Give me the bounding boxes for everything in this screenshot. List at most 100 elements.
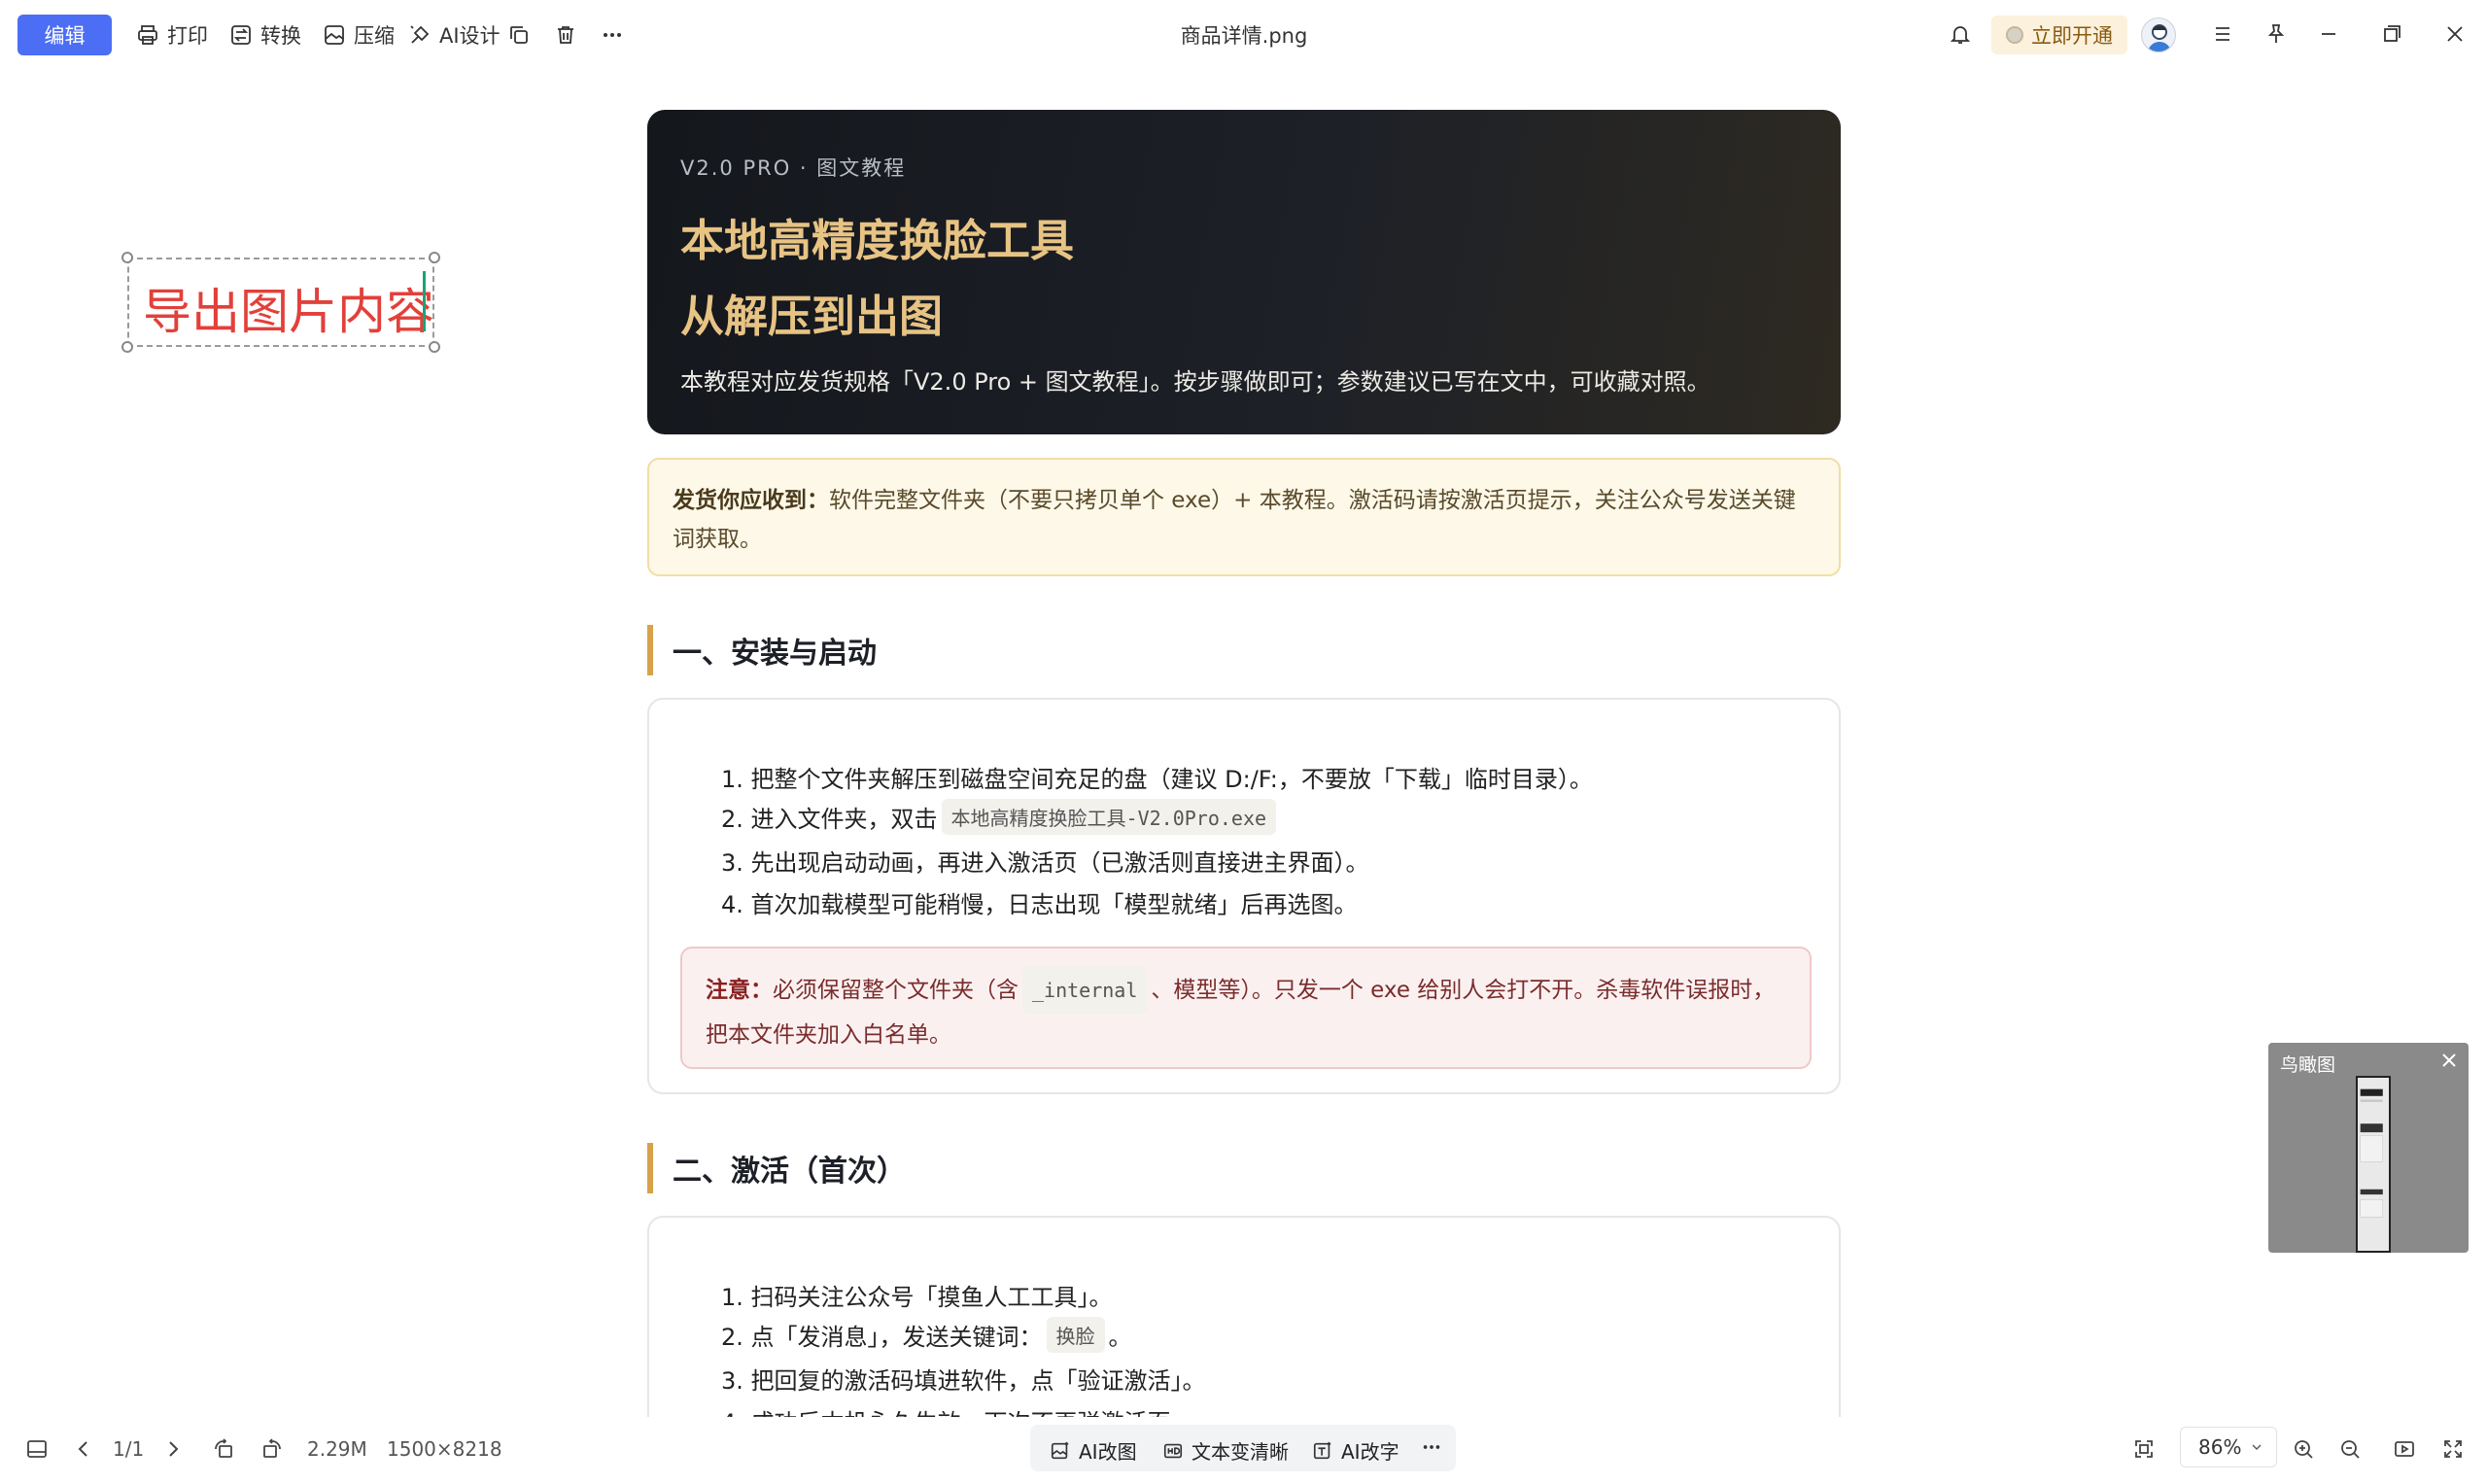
text-cursor (423, 271, 426, 331)
page-indicator: 1/1 (113, 1437, 145, 1461)
notification-button[interactable] (1946, 19, 1975, 49)
image-viewer-window: 编辑 打印 转换 压缩 AI设计 商品详情.png 立即开通 导出图片内容 V2… (0, 0, 2487, 1484)
ai-edit-image-label: AI改图 (1079, 1440, 1137, 1464)
panel-icon (27, 1440, 47, 1458)
activation-steps-card: 1. 扫码关注公众号「摸鱼人工工具」。 2. 点「发消息」，发送关键词： 换脸 … (647, 1216, 1841, 1417)
text-sharpen-button[interactable]: 文本变清晰 (1162, 1436, 1289, 1465)
install-step-3: 3. 先出现启动动画，再进入激活页（已激活则直接进主界面）。 (721, 849, 1369, 877)
fit-screen-icon (2135, 1440, 2153, 1458)
text-sharpen-label: 文本变清晰 (1192, 1440, 1289, 1464)
pin-button[interactable] (2262, 19, 2291, 49)
more-icon (1423, 1445, 1440, 1449)
hd-icon (1163, 1443, 1183, 1458)
fullscreen-button[interactable] (2441, 1434, 2465, 1464)
warning-box: 注意：必须保留整个文件夹（含 _internal 、模型等）。只发一个 exe 给别… (680, 947, 1812, 1069)
section-heading-install: 一、安装与启动 (647, 625, 877, 675)
ai-image-icon (1051, 1441, 1069, 1459)
print-button[interactable]: 打印 (136, 17, 208, 52)
activate-step-2-end: 。 (1108, 1324, 1132, 1351)
zoom-in-button[interactable] (2292, 1434, 2315, 1464)
minimap-close-icon[interactable] (2437, 1049, 2461, 1072)
hero-banner: V2.0 PRO · 图文教程 本地高精度换脸工具 从解压到出图 本教程对应发货… (647, 110, 1841, 434)
vip-label: 立即开通 (2031, 24, 2113, 48)
resize-handle-top-left[interactable] (121, 252, 133, 263)
vip-icon (2006, 26, 2023, 44)
activate-step-3: 3. 把回复的激活码填进软件，点「验证激活」。 (721, 1367, 1206, 1395)
zoom-value: 86% (2198, 1435, 2242, 1459)
zoom-out-icon (2341, 1440, 2360, 1459)
copy-button[interactable] (507, 17, 531, 52)
edit-button[interactable]: 编辑 (17, 15, 112, 55)
copy-icon (510, 26, 528, 44)
fullscreen-icon (2444, 1440, 2462, 1458)
rotate-right-button[interactable] (260, 1434, 284, 1464)
next-page-button[interactable] (161, 1434, 185, 1464)
install-step-4: 4. 首次加载模型可能稍慢，日志出现「模型就绪」后再选图。 (721, 891, 1358, 918)
image-document: V2.0 PRO · 图文教程 本地高精度换脸工具 从解压到出图 本教程对应发货… (647, 110, 1841, 1417)
rotate-right-icon (263, 1438, 281, 1458)
delete-button[interactable] (554, 17, 577, 52)
ai-design-button[interactable]: AI设计 (408, 17, 501, 52)
hero-title-line1: 本地高精度换脸工具 (680, 215, 1075, 266)
minimap-page-thumbnail (2360, 1088, 2383, 1218)
notice-label: 发货你应收到： (673, 488, 829, 513)
resize-handle-bottom-right[interactable] (429, 341, 440, 353)
hero-title-line2: 从解压到出图 (680, 291, 944, 342)
install-step-2-text: 2. 进入文件夹，双击 (721, 806, 938, 833)
ai-edit-text-label: AI改字 (1341, 1440, 1399, 1464)
file-title: 商品详情.png (1180, 24, 1308, 48)
prev-page-button[interactable] (72, 1434, 95, 1464)
rotate-left-button[interactable] (212, 1434, 235, 1464)
printer-icon (138, 25, 157, 45)
ai-edit-image-button[interactable]: AI改图 (1050, 1436, 1137, 1465)
file-size: 2.29M (307, 1437, 367, 1461)
print-label: 打印 (167, 24, 208, 48)
resize-handle-top-right[interactable] (429, 252, 440, 263)
zoom-in-icon (2295, 1440, 2313, 1459)
more-icon (604, 33, 621, 37)
zoom-select[interactable]: 86% (2180, 1427, 2277, 1467)
minimap-panel[interactable]: 鸟瞰图 (2268, 1043, 2469, 1253)
image-dimensions: 1500×8218 (387, 1437, 502, 1461)
text-annotation-content[interactable]: 导出图片内容 (143, 273, 434, 343)
bottom-statusbar: 1/1 2.29M 1500×8218 AI改图 文本变清晰 AI改字 86% (0, 1415, 2487, 1484)
convert-button[interactable]: 转换 (229, 17, 301, 52)
more-button[interactable] (601, 17, 624, 52)
trash-icon (558, 26, 573, 44)
ai-more-button[interactable] (1421, 1436, 1442, 1458)
compress-button[interactable]: 压缩 (323, 17, 395, 52)
maximize-button[interactable] (2377, 19, 2406, 49)
ai-tools-group: AI改图 文本变清晰 AI改字 (1030, 1425, 1456, 1471)
fit-screen-button[interactable] (2132, 1434, 2156, 1464)
restore-icon (2384, 25, 2401, 42)
warning-label: 注意： (706, 978, 773, 1003)
pin-icon (2267, 24, 2285, 43)
menu-button[interactable] (2208, 19, 2237, 49)
hamburger-icon (2216, 27, 2229, 41)
close-button[interactable] (2440, 19, 2470, 49)
vip-button[interactable]: 立即开通 (1991, 16, 2127, 54)
minimap-viewport[interactable] (2356, 1076, 2391, 1253)
resize-handle-bottom-left[interactable] (121, 341, 133, 353)
ai-design-label: AI设计 (439, 24, 501, 48)
chevron-down-icon (2252, 1444, 2262, 1450)
avatar[interactable] (2141, 17, 2176, 52)
close-icon (2447, 26, 2463, 42)
keyword-code: 换脸 (1046, 1317, 1105, 1353)
compress-icon (325, 25, 344, 45)
slideshow-button[interactable] (2393, 1434, 2416, 1464)
install-steps-card: 1. 把整个文件夹解压到磁盘空间充足的盘（建议 D:/F:，不要放「下载」临时目… (647, 698, 1841, 1094)
zoom-out-button[interactable] (2338, 1434, 2362, 1464)
ai-text-icon (1313, 1441, 1331, 1459)
play-icon (2395, 1441, 2414, 1457)
text-annotation-box[interactable]: 导出图片内容 (121, 252, 440, 353)
minimize-button[interactable] (2314, 19, 2343, 49)
thumbnail-toggle-button[interactable] (25, 1434, 49, 1464)
ai-design-icon (410, 25, 430, 44)
top-toolbar: 编辑 打印 转换 压缩 AI设计 商品详情.png 立即开通 (0, 0, 2487, 70)
ai-edit-text-button[interactable]: AI改字 (1312, 1436, 1399, 1465)
activate-step-2-text: 2. 点「发消息」，发送关键词： (721, 1324, 1043, 1351)
convert-label: 转换 (260, 24, 301, 48)
hero-eyebrow: V2.0 PRO · 图文教程 (680, 156, 907, 180)
minimize-icon (2322, 33, 2335, 35)
